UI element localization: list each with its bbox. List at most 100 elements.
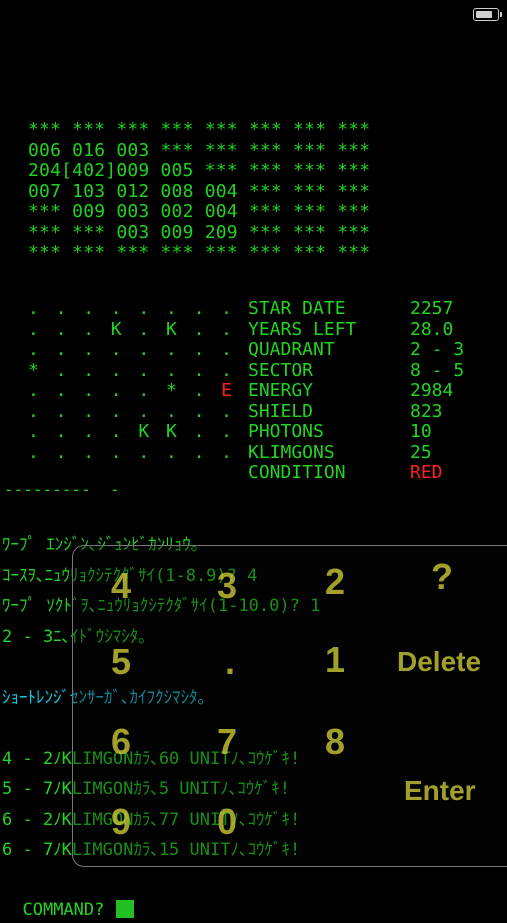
galaxy-cell: *** [248, 221, 282, 243]
empty-sector: . [221, 318, 232, 340]
empty-sector: . [110, 400, 122, 422]
key-0[interactable]: 0 [217, 804, 237, 840]
empty-sector: . [28, 318, 39, 340]
empty-sector: . [55, 441, 67, 463]
status-label: ENERGY [248, 380, 314, 401]
galaxy-cell: *** [116, 242, 150, 263]
galaxy-cell: *** [337, 221, 371, 243]
galaxy-cell: 209 [204, 221, 238, 243]
galaxy-cell: 012 [116, 180, 150, 202]
numeric-keypad: 4 3 2 ? 5 . 1 Delete 6 7 8 Enter 9 0 [72, 545, 507, 867]
status-label: STAR DATE [248, 298, 346, 319]
galaxy-cell: *** [160, 139, 194, 161]
empty-sector: . [221, 298, 232, 319]
key-question[interactable]: ? [431, 559, 453, 595]
sector-row: ........ [28, 298, 249, 320]
empty-sector: . [221, 339, 232, 360]
galaxy-cell: 003 [116, 201, 150, 222]
empty-sector: . [138, 318, 150, 340]
empty-sector: . [28, 298, 39, 319]
status-value: 2257 [410, 298, 454, 319]
galaxy-cell: 009 [160, 221, 194, 243]
status-label: QUADRANT [248, 339, 335, 360]
galaxy-cell: *** [337, 139, 371, 161]
status-row: ENERGY 2984 [248, 380, 464, 402]
key-6[interactable]: 6 [111, 724, 131, 760]
key-5[interactable]: 5 [111, 644, 131, 680]
galaxy-cell: *** [293, 139, 327, 161]
empty-sector: . [165, 441, 177, 463]
empty-sector: . [138, 339, 150, 360]
empty-sector: . [55, 421, 67, 442]
galaxy-cell: *** [72, 242, 106, 263]
divider-line: --------- - [4, 480, 120, 499]
empty-sector: . [110, 421, 122, 442]
empty-sector: . [55, 318, 67, 340]
galaxy-cell: *** [293, 119, 327, 140]
galaxy-cell: *** [28, 221, 62, 243]
empty-sector: . [193, 318, 205, 340]
empty-sector: . [28, 421, 39, 442]
key-9[interactable]: 9 [111, 804, 131, 840]
sector-row: .... KK.. [28, 421, 249, 443]
battery-fill [476, 11, 492, 18]
key-1[interactable]: 1 [325, 642, 345, 678]
empty-sector: . [110, 298, 122, 319]
key-dot[interactable]: . [225, 644, 235, 680]
key-7[interactable]: 7 [217, 724, 237, 760]
status-value: 10 [410, 421, 432, 442]
delete-button[interactable]: Delete [397, 644, 481, 680]
command-prompt: COMMAND? [22, 900, 105, 920]
galaxy-row: *** *** 003 009 209 *** *** *** [28, 221, 371, 244]
empty-sector: . [55, 400, 67, 422]
status-value: 25 [410, 441, 432, 463]
status-row: STAR DATE 2257 [248, 298, 464, 320]
galaxy-cell: *** [337, 119, 371, 140]
status-value: 823 [410, 400, 443, 422]
status-row: QUADRANT 2 - 3 [248, 339, 464, 361]
cursor-block [116, 900, 135, 918]
key-2[interactable]: 2 [325, 564, 345, 600]
galaxy-cell: 103 [72, 180, 106, 202]
galaxy-cell: *** [337, 180, 371, 202]
empty-sector: . [193, 298, 205, 319]
galaxy-cell: *** [72, 119, 106, 140]
galaxy-cell: *** [116, 119, 150, 140]
empty-sector: . [55, 298, 67, 319]
galaxy-cell: *** [248, 160, 282, 181]
empty-sector: . [83, 339, 95, 360]
status-label: SHIELD [248, 400, 314, 422]
empty-sector: . [193, 359, 205, 381]
sector-row: ........ [28, 441, 249, 464]
key-4[interactable]: 4 [111, 568, 131, 604]
key-8[interactable]: 8 [325, 724, 345, 760]
key-3[interactable]: 3 [217, 568, 237, 604]
galaxy-cell: *** [72, 221, 106, 243]
galaxy-cell: 004 [204, 180, 238, 202]
empty-sector: . [221, 421, 232, 442]
galaxy-cell: 003 [116, 221, 150, 243]
empty-sector: . [165, 359, 177, 381]
galaxy-cell: *** [337, 160, 371, 181]
galaxy-cell: *** [293, 242, 327, 263]
enterprise-marker: E [221, 380, 232, 401]
command-line[interactable]: COMMAND? [2, 871, 135, 923]
empty-sector: . [110, 339, 122, 360]
empty-sector: . [83, 421, 95, 442]
galaxy-cell: *** [204, 139, 238, 161]
sector-row: ..... *. E [28, 380, 249, 402]
empty-sector: . [193, 380, 205, 401]
status-label: PHOTONS [248, 421, 324, 442]
enter-button[interactable]: Enter [404, 773, 476, 809]
klimgon-marker: K [110, 318, 122, 340]
status-label: KLIMGONS [248, 441, 335, 463]
galaxy-cell: 006 [28, 139, 62, 161]
empty-sector: . [138, 298, 150, 319]
star-marker: * [165, 380, 177, 401]
empty-sector: . [83, 359, 95, 381]
galaxy-cell: 003 [116, 139, 150, 161]
galaxy-cell: *** [293, 221, 327, 243]
short-range-sector-map: ........... K. K.......... *............ *. E… [28, 298, 249, 464]
empty-sector: . [138, 380, 150, 401]
status-value: 2984 [410, 380, 454, 401]
